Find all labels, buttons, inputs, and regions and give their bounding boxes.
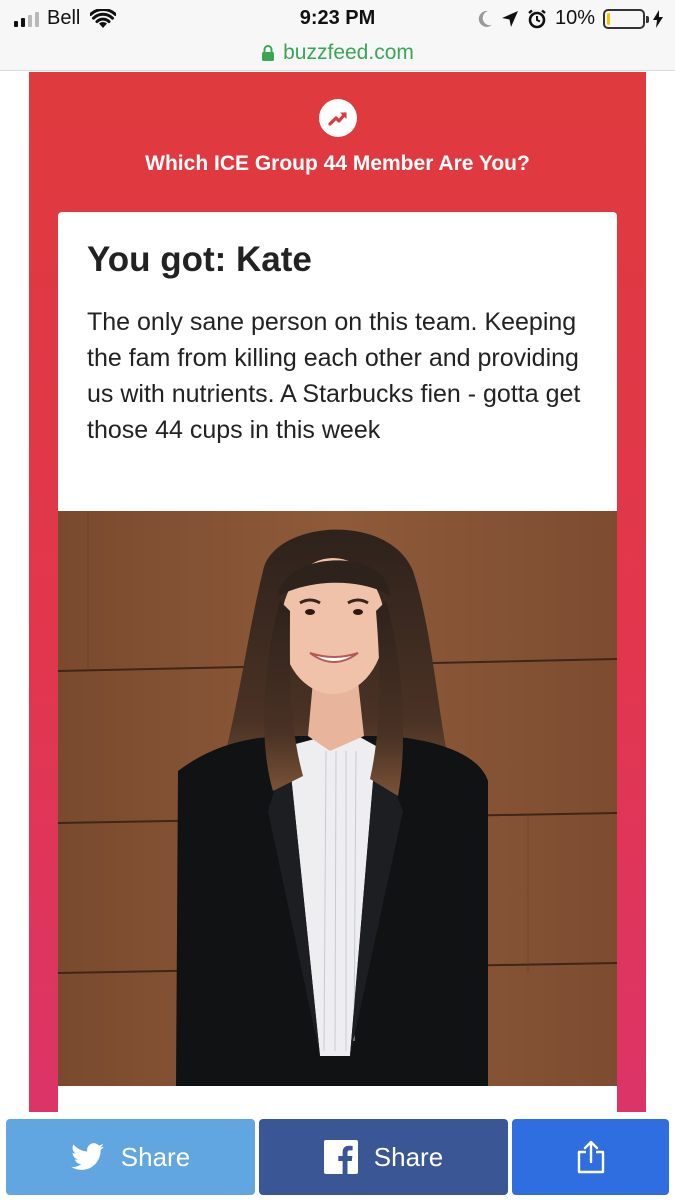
result-heading: You got: Kate (87, 240, 312, 279)
trending-arrow-icon (319, 99, 357, 137)
quiz-title: Which ICE Group 44 Member Are You? (145, 152, 530, 175)
result-card: You got: Kate The only sane person on th… (58, 212, 617, 1122)
twitter-share-button[interactable]: Share (6, 1119, 255, 1195)
status-bar: Bell 9:23 PM 10% (0, 0, 675, 36)
battery-icon (603, 8, 649, 29)
twitter-share-label: Share (120, 1141, 191, 1172)
twitter-bird-icon (70, 1143, 104, 1170)
url-domain: buzzfeed.com (283, 41, 414, 64)
charging-bolt-icon (653, 9, 663, 28)
location-arrow-icon (501, 10, 518, 27)
battery-percent: 10% (554, 7, 595, 29)
moon-icon (478, 10, 492, 27)
native-share-button[interactable] (512, 1119, 669, 1195)
share-upload-icon (577, 1140, 604, 1174)
battery-level-fill (607, 12, 610, 25)
facebook-share-button[interactable]: Share (259, 1119, 508, 1195)
lock-icon (262, 45, 275, 61)
result-photo (58, 511, 617, 1086)
facebook-share-label: Share (373, 1141, 444, 1172)
alarm-clock-icon (528, 9, 546, 28)
status-right: 10% (477, 7, 663, 30)
facebook-f-icon (323, 1140, 358, 1174)
url-bar[interactable]: buzzfeed.com (0, 36, 675, 71)
share-bar: Share Share (0, 1112, 675, 1200)
result-description: The only sane person on this team. Keepi… (87, 308, 581, 444)
